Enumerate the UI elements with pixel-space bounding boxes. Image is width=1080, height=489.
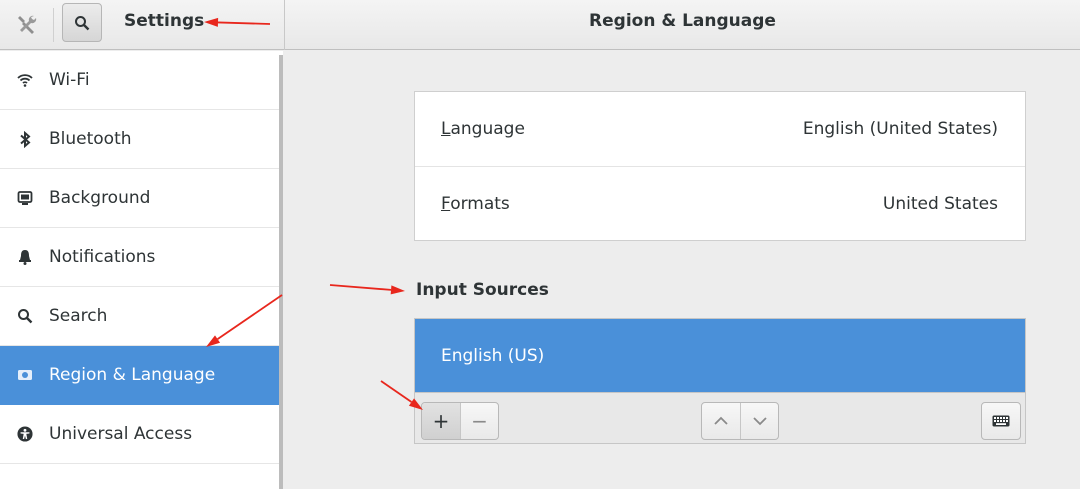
sidebar-item-background[interactable]: Background bbox=[0, 169, 280, 228]
header-left-section: Settings bbox=[0, 0, 285, 50]
language-label: Language bbox=[441, 119, 525, 139]
page-title: Region & Language bbox=[589, 11, 776, 31]
region-card: Language English (United States) Formats… bbox=[414, 91, 1026, 241]
sidebar-item-region-language[interactable]: Region & Language bbox=[0, 346, 280, 405]
input-sources-toolbar: + − bbox=[415, 392, 1025, 443]
add-input-source-button[interactable]: + bbox=[422, 403, 460, 439]
input-source-label: English (US) bbox=[441, 345, 545, 366]
keyboard-group bbox=[981, 402, 1021, 440]
sidebar-item-search[interactable]: Search bbox=[0, 287, 280, 346]
background-icon bbox=[17, 190, 33, 206]
sidebar-item-label: Background bbox=[49, 188, 151, 208]
sidebar-item-label: Universal Access bbox=[49, 424, 193, 444]
input-sources-list: English (US) + − bbox=[414, 318, 1026, 444]
formats-value: United States bbox=[882, 193, 998, 214]
sidebar-item-bluetooth[interactable]: Bluetooth bbox=[0, 110, 280, 169]
tools-icon[interactable] bbox=[12, 9, 42, 39]
remove-input-source-button[interactable]: − bbox=[460, 403, 498, 439]
search-icon bbox=[75, 15, 90, 30]
input-sources-title: Input Sources bbox=[416, 280, 549, 300]
settings-title: Settings bbox=[124, 11, 205, 31]
sidebar-item-label: Wi-Fi bbox=[49, 70, 90, 90]
sidebar: Wi-Fi Bluetooth Background Notifications… bbox=[0, 51, 283, 489]
wifi-icon bbox=[17, 73, 33, 87]
header-bar: Settings Region & Language bbox=[0, 0, 1080, 50]
formats-row[interactable]: Formats United States bbox=[415, 166, 1025, 240]
sidebar-scrollbar[interactable] bbox=[279, 55, 283, 489]
accessibility-icon bbox=[17, 425, 33, 443]
sidebar-item-label: Notifications bbox=[49, 247, 156, 267]
sidebar-item-notifications[interactable]: Notifications bbox=[0, 228, 280, 287]
search-button[interactable] bbox=[62, 3, 102, 42]
chevron-up-icon bbox=[714, 416, 728, 425]
add-remove-group: + − bbox=[421, 402, 499, 440]
bluetooth-icon bbox=[17, 130, 33, 148]
move-down-button[interactable] bbox=[740, 403, 778, 439]
sidebar-item-label: Search bbox=[49, 306, 108, 326]
sidebar-item-label: Region & Language bbox=[49, 365, 216, 385]
move-up-button[interactable] bbox=[702, 403, 740, 439]
search-icon bbox=[17, 308, 33, 324]
sidebar-item-wifi[interactable]: Wi-Fi bbox=[0, 51, 280, 110]
chevron-down-icon bbox=[752, 417, 767, 426]
reorder-group bbox=[701, 402, 779, 440]
sidebar-item-universal-access[interactable]: Universal Access bbox=[0, 405, 280, 464]
language-row[interactable]: Language English (United States) bbox=[415, 92, 1025, 166]
region-icon bbox=[17, 368, 33, 382]
language-value: English (United States) bbox=[802, 119, 998, 139]
keyboard-icon bbox=[992, 415, 1010, 427]
formats-label: Formats bbox=[441, 193, 510, 214]
bell-icon bbox=[17, 249, 33, 265]
input-source-item[interactable]: English (US) bbox=[415, 319, 1025, 392]
sidebar-item-label: Bluetooth bbox=[49, 129, 132, 149]
show-keyboard-layout-button[interactable] bbox=[982, 403, 1020, 439]
header-separator bbox=[53, 8, 54, 42]
